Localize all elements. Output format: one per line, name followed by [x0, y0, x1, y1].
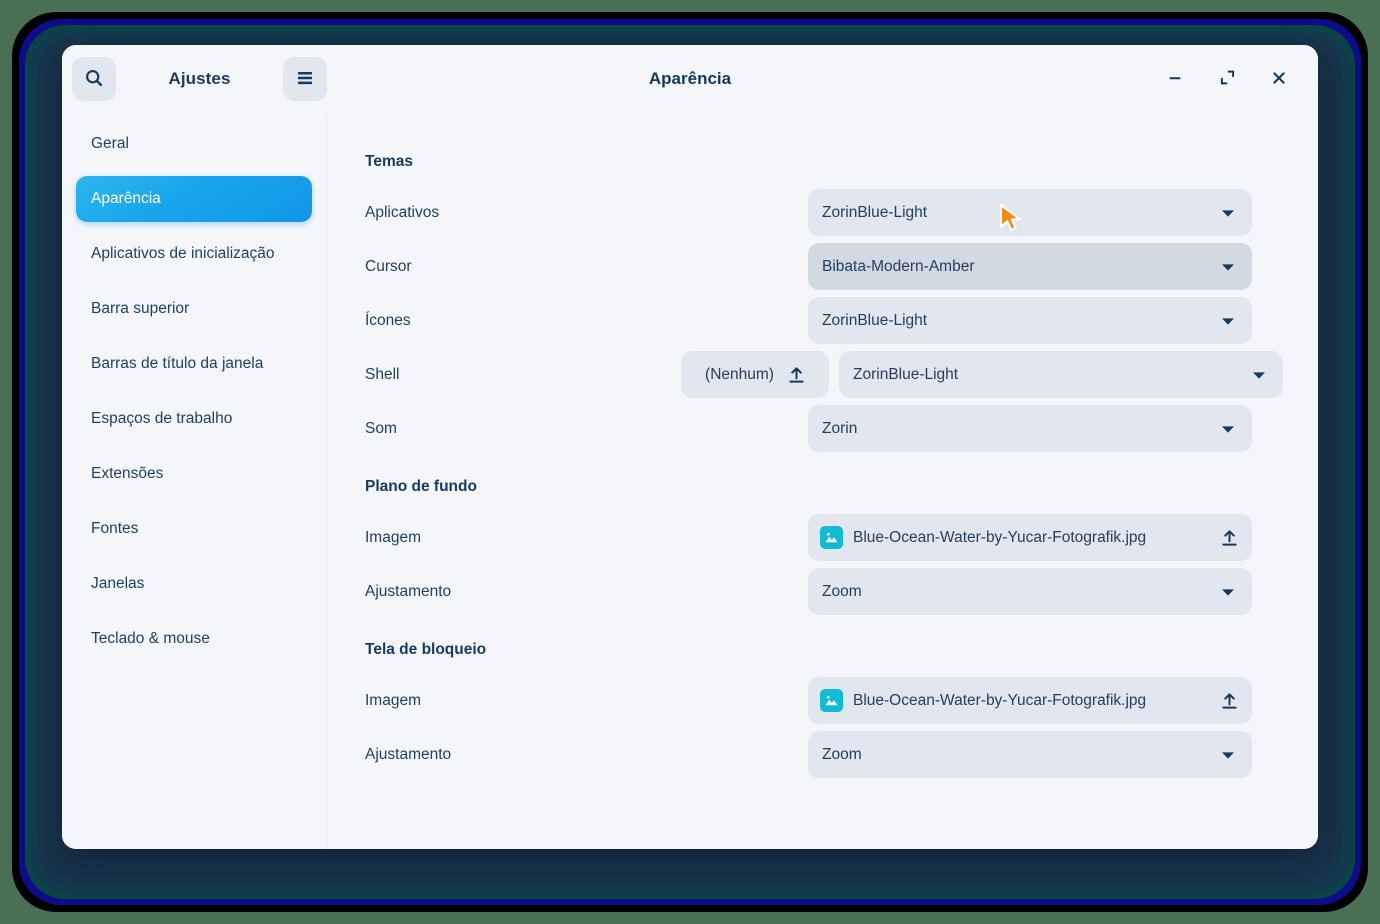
upload-icon[interactable] [1221, 529, 1238, 547]
sidebar-item-label: Aparência [91, 190, 161, 207]
maximize-button[interactable] [1212, 64, 1242, 94]
dropdown-value: Zorin [822, 419, 858, 437]
dropdown-value: ZorinBlue-Light [853, 365, 959, 383]
sidebar-item-5[interactable]: Espaços de trabalho [76, 396, 312, 442]
sidebar-item-label: Janelas [91, 575, 145, 592]
section-heading: Tela de bloqueio [365, 641, 487, 658]
sidebar-item-4[interactable]: Barras de título da janela [76, 341, 312, 387]
sidebar-item-6[interactable]: Extensões [76, 451, 312, 497]
image-file-name: Blue-Ocean-Water-by-Yucar-Fotografik.jpg [853, 528, 1147, 546]
chevron-down-icon [1220, 207, 1236, 219]
row-label: Som [365, 419, 397, 437]
chevron-down-icon [1251, 369, 1267, 381]
dropdown-value: Bibata-Modern-Amber [822, 257, 975, 275]
minimize-icon [1167, 70, 1183, 89]
sidebar-item-0[interactable]: Geral [76, 121, 312, 167]
chevron-down-icon [1220, 423, 1236, 435]
image-file-chooser[interactable]: Blue-Ocean-Water-by-Yucar-Fotografik.jpg [808, 677, 1252, 724]
shell-theme-value: (Nenhum) [705, 365, 774, 383]
sidebar-nav: Geral Aparência Aplicativos de inicializaç… [62, 113, 327, 849]
dropdown-shell[interactable]: ZorinBlue-Light [839, 351, 1283, 398]
settings-row: Ajustamento Zoom [365, 731, 1252, 778]
sidebar-item-label: Geral [91, 135, 129, 152]
settings-content: Temas Aplicativos ZorinBlue-Light Cursor Bib… [327, 113, 1318, 849]
close-button[interactable] [1264, 64, 1294, 94]
settings-row: Som Zorin [365, 405, 1252, 452]
hamburger-menu-icon [295, 69, 315, 90]
row-label: Shell [365, 365, 400, 383]
sidebar-item-3[interactable]: Barra superior [76, 286, 312, 332]
dropdown-som[interactable]: Zorin [808, 405, 1252, 452]
chevron-down-icon [1220, 586, 1236, 598]
row-label: Imagem [365, 691, 421, 709]
sidebar-item-label: Extensões [91, 465, 164, 482]
dropdown-aplicativos[interactable]: ZorinBlue-Light [808, 189, 1252, 236]
chevron-down-icon [1220, 261, 1236, 273]
sidebar-item-2[interactable]: Aplicativos de inicialização [76, 231, 312, 277]
row-label: Aplicativos [365, 203, 440, 221]
upload-icon [788, 366, 805, 384]
dropdown-value: ZorinBlue-Light [822, 311, 928, 329]
dropdown-value: Zoom [822, 582, 862, 600]
search-icon [84, 68, 104, 91]
settings-row: Aplicativos ZorinBlue-Light [365, 189, 1252, 236]
row-aux-area: (Nenhum) [681, 351, 839, 398]
sidebar-item-label: Espaços de trabalho [91, 410, 233, 427]
row-label: Imagem [365, 528, 421, 546]
settings-row: Cursor Bibata-Modern-Amber [365, 243, 1252, 290]
dropdown-ajustamento[interactable]: Zoom [808, 731, 1252, 778]
row-label: Ajustamento [365, 582, 452, 600]
row-label: Cursor [365, 257, 412, 275]
settings-row: Imagem Blue-Ocean-Water-by-Yucar-Fotograf… [365, 514, 1252, 561]
upload-icon[interactable] [1221, 692, 1238, 710]
sidebar-item-label: Barra superior [91, 300, 190, 317]
shell-theme-install-button[interactable]: (Nenhum) [681, 351, 829, 398]
dropdown-value: ZorinBlue-Light [822, 203, 928, 221]
minimize-button[interactable] [1160, 64, 1190, 94]
settings-row: Ajustamento Zoom [365, 568, 1252, 615]
header-left-group: Ajustes [62, 57, 327, 101]
row-label: Ícones [365, 311, 411, 329]
section-heading: Plano de fundo [365, 478, 477, 495]
dropdown-ajustamento[interactable]: Zoom [808, 568, 1252, 615]
image-file-chooser[interactable]: Blue-Ocean-Water-by-Yucar-Fotografik.jpg [808, 514, 1252, 561]
title-bar: Aparência Ajustes [62, 45, 1318, 113]
settings-row: Ícones ZorinBlue-Light [365, 297, 1252, 344]
image-file-name: Blue-Ocean-Water-by-Yucar-Fotografik.jpg [853, 691, 1147, 709]
chevron-down-icon [1220, 315, 1236, 327]
settings-window: Aparência Ajustes Geral Aparência Aplica… [62, 45, 1318, 849]
search-button[interactable] [72, 57, 116, 101]
sidebar-item-label: Barras de título da janela [91, 355, 264, 372]
dropdown-value: Zoom [822, 745, 862, 763]
chevron-down-icon [1220, 749, 1236, 761]
sidebar-item-9[interactable]: Teclado & mouse [76, 616, 312, 662]
sidebar-item-1[interactable]: Aparência [76, 176, 312, 222]
sidebar-item-label: Aplicativos de inicialização [91, 245, 275, 262]
image-thumbnail-icon [820, 526, 843, 549]
image-thumbnail-icon [820, 689, 843, 712]
window-body: Geral Aparência Aplicativos de inicializaç… [62, 113, 1318, 849]
dropdown--cones[interactable]: ZorinBlue-Light [808, 297, 1252, 344]
sidebar-item-7[interactable]: Fontes [76, 506, 312, 552]
dropdown-cursor[interactable]: Bibata-Modern-Amber [808, 243, 1252, 290]
sidebar-item-label: Teclado & mouse [91, 630, 210, 647]
close-icon [1271, 70, 1287, 89]
section-heading: Temas [365, 153, 413, 170]
settings-row: Imagem Blue-Ocean-Water-by-Yucar-Fotograf… [365, 677, 1252, 724]
window-controls [1160, 64, 1318, 94]
main-menu-button[interactable] [283, 57, 327, 101]
settings-row: Shell (Nenhum) ZorinBlue-Light [365, 351, 1283, 398]
sidebar-item-8[interactable]: Janelas [76, 561, 312, 607]
sidebar-item-label: Fontes [91, 520, 139, 537]
app-title: Ajustes [168, 69, 231, 88]
row-label: Ajustamento [365, 745, 452, 763]
maximize-icon [1219, 69, 1236, 89]
